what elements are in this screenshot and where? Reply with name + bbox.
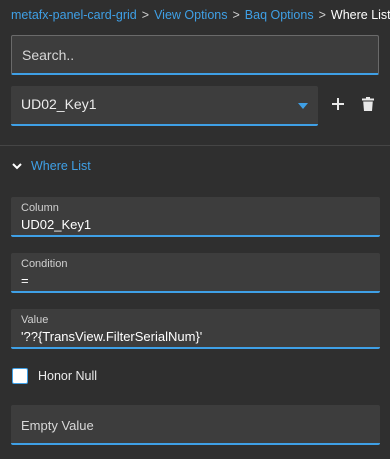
- breadcrumb-separator: >: [141, 8, 150, 22]
- search-input[interactable]: [12, 36, 378, 73]
- honor-null-label[interactable]: Honor Null: [38, 369, 97, 383]
- condition-field[interactable]: Condition =: [11, 253, 380, 293]
- breadcrumb-link-panel[interactable]: metafx-panel-card-grid: [11, 8, 137, 22]
- value-field[interactable]: Value '??{TransView.FilterSerialNum}': [11, 309, 380, 349]
- condition-label: Condition: [21, 258, 68, 270]
- honor-null-checkbox[interactable]: [12, 368, 28, 384]
- breadcrumb-link-baq-options[interactable]: Baq Options: [245, 8, 314, 22]
- search-box: [11, 35, 379, 75]
- breadcrumb-separator: >: [232, 8, 240, 22]
- value-label: Value: [21, 314, 49, 326]
- divider: [0, 145, 390, 146]
- honor-null-row: Honor Null: [12, 366, 97, 386]
- plus-icon: [332, 98, 344, 110]
- where-item-select[interactable]: UD02_Key1: [11, 86, 318, 126]
- breadcrumb-link-view-options[interactable]: View Options: [154, 8, 227, 22]
- where-item-select-value: UD02_Key1: [21, 96, 97, 112]
- breadcrumb-current: Where List: [330, 8, 390, 22]
- trash-icon: [362, 97, 374, 111]
- empty-value-field[interactable]: Empty Value: [11, 405, 380, 445]
- column-field[interactable]: Column UD02_Key1: [11, 197, 380, 237]
- condition-value: =: [21, 273, 29, 288]
- column-value: UD02_Key1: [21, 217, 92, 232]
- section-title: Where List: [31, 159, 91, 173]
- column-label: Column: [21, 202, 59, 214]
- delete-where-button[interactable]: [359, 95, 377, 113]
- where-list-section-toggle[interactable]: Where List: [11, 157, 91, 175]
- caret-down-icon[interactable]: [298, 103, 308, 109]
- chevron-down-icon: [12, 163, 22, 170]
- empty-value-placeholder: Empty Value: [21, 418, 94, 433]
- add-where-button[interactable]: [329, 95, 347, 113]
- breadcrumb-separator: >: [318, 8, 326, 22]
- breadcrumb: metafx-panel-card-grid > View Options > Baq …: [11, 6, 390, 24]
- value-value: '??{TransView.FilterSerialNum}': [21, 329, 203, 344]
